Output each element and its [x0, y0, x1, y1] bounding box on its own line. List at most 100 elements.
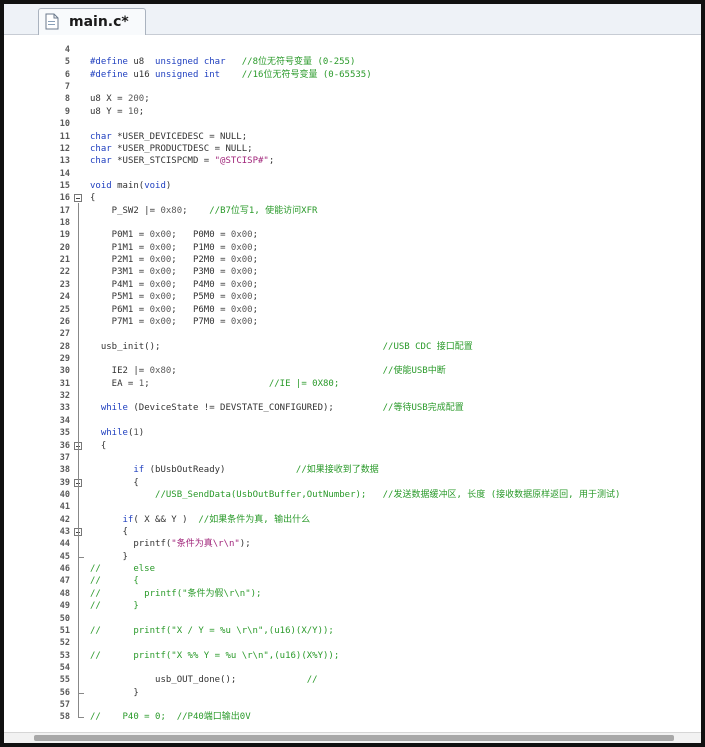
- code-line[interactable]: 46 // else: [4, 563, 701, 575]
- code-text: if (bUsbOutReady) //如果接收到了数据: [133, 465, 379, 476]
- code-line[interactable]: 36 {: [4, 440, 701, 452]
- line-number: 26: [59, 316, 70, 327]
- code-line[interactable]: 17 P_SW2 |= 0x80; //B7位写1, 使能访问XFR: [4, 205, 701, 217]
- code-line[interactable]: 45 }: [4, 551, 701, 563]
- code-line[interactable]: 11 char *USER_DEVICEDESC = NULL;: [4, 131, 701, 143]
- horizontal-scrollbar[interactable]: [4, 732, 701, 743]
- code-line[interactable]: 24 P5M1 = 0x00; P5M0 = 0x00;: [4, 291, 701, 303]
- line-number: 11: [59, 131, 70, 142]
- tab-main-c[interactable]: main.c*: [38, 8, 146, 35]
- code-line[interactable]: 29: [4, 353, 701, 365]
- line-number: 32: [59, 391, 70, 402]
- line-number: 38: [59, 465, 70, 476]
- code-line[interactable]: 53 // printf("X %% Y = %u \r\n",(u16)(X%Y…: [4, 650, 701, 662]
- line-number: 43: [59, 527, 70, 538]
- code-text: while (DeviceState != DEVSTATE_CONFIGURE…: [100, 403, 464, 414]
- code-line[interactable]: 57: [4, 699, 701, 711]
- line-number: 40: [59, 489, 70, 500]
- code-text: // printf("X %% Y = %u \r\n",(u16)(X%Y))…: [90, 650, 340, 661]
- code-line[interactable]: 15 void main(void): [4, 180, 701, 192]
- code-line[interactable]: 31 EA = 1; //IE |= 0X80;: [4, 378, 701, 390]
- code-line[interactable]: 19 P0M1 = 0x00; P0M0 = 0x00;: [4, 229, 701, 241]
- code-text: P0M1 = 0x00; P0M0 = 0x00;: [90, 230, 259, 241]
- code-text: char *USER_DEVICEDESC = NULL;: [90, 131, 248, 142]
- code-line[interactable]: 9 u8 Y = 10;: [4, 106, 701, 118]
- code-text: // }: [90, 601, 139, 612]
- code-text: P3M1 = 0x00; P3M0 = 0x00;: [90, 267, 259, 278]
- code-line[interactable]: 18: [4, 217, 701, 229]
- code-line[interactable]: 43 {: [4, 526, 701, 538]
- code-line[interactable]: 4: [4, 44, 701, 56]
- line-number: 37: [59, 452, 70, 463]
- code-line[interactable]: 41: [4, 501, 701, 513]
- line-number: 25: [59, 304, 70, 315]
- code-text: P2M1 = 0x00; P2M0 = 0x00;: [90, 255, 259, 266]
- line-number: 44: [59, 539, 70, 550]
- line-number: 41: [59, 502, 70, 513]
- code-line[interactable]: 48 // printf("条件为假\r\n");: [4, 588, 701, 600]
- line-number: 19: [59, 230, 70, 241]
- scrollbar-thumb[interactable]: [34, 735, 674, 741]
- code-line[interactable]: 22 P3M1 = 0x00; P3M0 = 0x00;: [4, 266, 701, 278]
- code-text: char *USER_PRODUCTDESC = NULL;: [90, 143, 253, 154]
- code-editor[interactable]: 4 5 #define u8 unsigned char //8位无符号变量 (0-…: [4, 42, 701, 732]
- code-line[interactable]: 47 // {: [4, 575, 701, 587]
- code-line[interactable]: 35 while(1): [4, 427, 701, 439]
- code-line[interactable]: 30 IE2 |= 0x80; //使能USB中断: [4, 365, 701, 377]
- code-text: {: [90, 193, 96, 204]
- line-number: 13: [59, 156, 70, 167]
- fold-toggle[interactable]: [74, 194, 82, 203]
- code-text: printf("条件为真\r\n");: [90, 539, 251, 550]
- code-text: if( X && Y ) //如果条件为真, 输出什么: [122, 514, 311, 525]
- code-line[interactable]: 33 while (DeviceState != DEVSTATE_CONFIG…: [4, 402, 701, 414]
- code-line[interactable]: 32: [4, 390, 701, 402]
- code-text: P_SW2 |= 0x80; //B7位写1, 使能访问XFR: [90, 205, 318, 216]
- code-line[interactable]: 50: [4, 613, 701, 625]
- code-line[interactable]: 40 //USB_SendData(UsbOutBuffer,OutNumber…: [4, 489, 701, 501]
- line-number: 16: [59, 193, 70, 204]
- code-text: #define u16 unsigned int //16位无符号变量 (0-6…: [90, 69, 372, 80]
- code-line[interactable]: 23 P4M1 = 0x00; P4M0 = 0x00;: [4, 279, 701, 291]
- code-line[interactable]: 14: [4, 168, 701, 180]
- code-line[interactable]: 42 if( X && Y ) //如果条件为真, 输出什么: [4, 514, 701, 526]
- code-text: EA = 1; //IE |= 0X80;: [90, 378, 340, 389]
- line-number: 4: [64, 45, 70, 55]
- code-line[interactable]: 54: [4, 662, 701, 674]
- line-number: 47: [59, 576, 70, 587]
- code-line[interactable]: 21 P2M1 = 0x00; P2M0 = 0x00;: [4, 254, 701, 266]
- code-line[interactable]: 34: [4, 415, 701, 427]
- code-line[interactable]: 5 #define u8 unsigned char //8位无符号变量 (0-2…: [4, 56, 701, 68]
- code-line[interactable]: 16 {: [4, 192, 701, 204]
- code-line[interactable]: 27: [4, 328, 701, 340]
- code-line[interactable]: 26 P7M1 = 0x00; P7M0 = 0x00;: [4, 316, 701, 328]
- code-line[interactable]: 44 printf("条件为真\r\n");: [4, 538, 701, 550]
- code-line[interactable]: 38 if (bUsbOutReady) //如果接收到了数据: [4, 464, 701, 476]
- code-line[interactable]: 37: [4, 452, 701, 464]
- code-line[interactable]: 25 P6M1 = 0x00; P6M0 = 0x00;: [4, 304, 701, 316]
- line-number: 30: [59, 366, 70, 377]
- code-line[interactable]: 20 P1M1 = 0x00; P1M0 = 0x00;: [4, 242, 701, 254]
- code-line[interactable]: 7: [4, 81, 701, 93]
- code-line[interactable]: 58 // P40 = 0; //P40端口输出0V: [4, 711, 701, 723]
- code-line[interactable]: 52: [4, 637, 701, 649]
- code-line[interactable]: 6 #define u16 unsigned int //16位无符号变量 (0-…: [4, 69, 701, 81]
- code-text: u8 X = 200;: [90, 94, 150, 105]
- code-line[interactable]: 10: [4, 118, 701, 130]
- line-number: 55: [59, 675, 70, 686]
- line-number: 56: [59, 687, 70, 698]
- code-line[interactable]: 49 // }: [4, 600, 701, 612]
- code-line[interactable]: 12 char *USER_PRODUCTDESC = NULL;: [4, 143, 701, 155]
- line-number: 45: [59, 551, 70, 562]
- code-line[interactable]: 55 usb_OUT_done(); //: [4, 674, 701, 686]
- fold-end: [78, 692, 84, 694]
- code-line[interactable]: 8 u8 X = 200;: [4, 93, 701, 105]
- code-line[interactable]: 39 {: [4, 477, 701, 489]
- code-line[interactable]: 28 usb_init(); //USB CDC 接口配置: [4, 341, 701, 353]
- line-number: 6: [64, 69, 70, 80]
- line-number: 34: [59, 415, 70, 426]
- code-line[interactable]: 13 char *USER_STCISPCMD = "@STCISP#";: [4, 155, 701, 167]
- editor-window: main.c* 4 5 #define u8 unsigned char //8位无…: [4, 4, 701, 743]
- line-number: 52: [59, 638, 70, 649]
- code-line[interactable]: 56 }: [4, 687, 701, 699]
- code-line[interactable]: 51 // printf("X / Y = %u \r\n",(u16)(X/Y)…: [4, 625, 701, 637]
